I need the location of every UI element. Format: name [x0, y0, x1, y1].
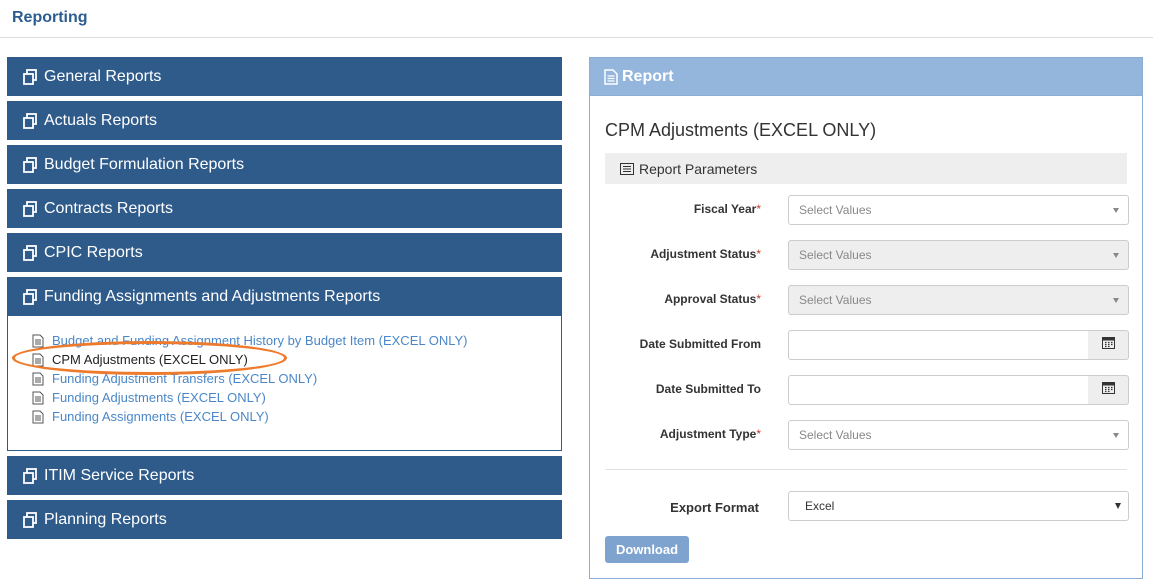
export-format-select[interactable]: Excel [788, 491, 1129, 521]
page-header: Reporting [0, 0, 1153, 38]
accordion-general-reports[interactable]: General Reports [7, 57, 562, 96]
caret-down-icon [1113, 253, 1119, 258]
accordion-planning-reports[interactable]: Planning Reports [7, 500, 562, 539]
approval-status-placeholder: Select Values [799, 293, 872, 307]
calendar-icon [1101, 336, 1115, 354]
date-submitted-to-label: Date Submitted To [655, 382, 761, 396]
report-link-cpm-adjustments[interactable]: CPM Adjustments (EXCEL ONLY) [52, 352, 248, 367]
date-submitted-to-input[interactable] [788, 375, 1089, 405]
file-icon [604, 68, 618, 85]
report-parameters-label: Report Parameters [639, 160, 758, 177]
approval-status-select[interactable]: Select Values [788, 285, 1129, 315]
date-submitted-from-row: Date Submitted From [590, 330, 1144, 360]
accordion-itim-service-reports[interactable]: ITIM Service Reports [7, 456, 562, 495]
copy-icon [22, 288, 40, 306]
document-icon [32, 372, 44, 386]
copy-icon [22, 511, 40, 529]
date-to-calendar-button[interactable] [1088, 375, 1129, 405]
report-panel: Report CPM Adjustments (EXCEL ONLY) Repo… [589, 57, 1143, 579]
copy-icon [22, 200, 40, 218]
adjustment-status-row: Adjustment Status* Select Values [590, 240, 1144, 270]
document-icon [32, 410, 44, 424]
report-link-budget-funding-history[interactable]: Budget and Funding Assignment History by… [52, 333, 468, 348]
fiscal-year-select[interactable]: Select Values [788, 195, 1129, 225]
caret-down-icon [1115, 503, 1121, 509]
adjustment-type-row: Adjustment Type* Select Values [590, 420, 1144, 450]
accordion-label: Budget Formulation Reports [44, 155, 245, 173]
report-link-funding-assignments[interactable]: Funding Assignments (EXCEL ONLY) [52, 409, 269, 424]
copy-icon [22, 156, 40, 174]
adjustment-type-placeholder: Select Values [799, 428, 872, 442]
adjustment-type-label: Adjustment Type* [659, 427, 761, 441]
approval-status-label: Approval Status* [664, 292, 761, 306]
copy-icon [22, 68, 40, 86]
copy-icon [22, 112, 40, 130]
approval-status-row: Approval Status* Select Values [590, 285, 1144, 315]
accordion-label: Planning Reports [44, 510, 167, 528]
accordion-body-funding-assignments: Budget and Funding Assignment History by… [7, 316, 562, 451]
report-parameters-header: Report Parameters [605, 153, 1127, 184]
adjustment-status-label: Adjustment Status* [650, 247, 761, 261]
caret-down-icon [1113, 208, 1119, 213]
accordion-label: Funding Assignments and Adjustments Repo… [44, 287, 381, 305]
accordion-contracts-reports[interactable]: Contracts Reports [7, 189, 562, 228]
caret-down-icon [1113, 433, 1119, 438]
accordion-label: ITIM Service Reports [44, 466, 195, 484]
calendar-icon [1101, 381, 1115, 399]
accordion-cpic-reports[interactable]: CPIC Reports [7, 233, 562, 272]
accordion-label: CPIC Reports [44, 243, 143, 261]
document-icon [32, 353, 44, 367]
fiscal-year-label: Fiscal Year* [693, 202, 761, 216]
adjustment-type-select[interactable]: Select Values [788, 420, 1129, 450]
report-link-funding-adjustments[interactable]: Funding Adjustments (EXCEL ONLY) [52, 390, 266, 405]
export-format-value: Excel [805, 499, 835, 513]
report-link-funding-adjustment-transfers[interactable]: Funding Adjustment Transfers (EXCEL ONLY… [52, 371, 317, 386]
report-list-item: Funding Adjustment Transfers (EXCEL ONLY… [32, 369, 561, 388]
date-from-calendar-button[interactable] [1088, 330, 1129, 360]
report-list-item: Funding Assignments (EXCEL ONLY) [32, 407, 561, 426]
page-title: Reporting [12, 9, 88, 26]
divider [605, 469, 1127, 470]
fiscal-year-row: Fiscal Year* Select Values [590, 195, 1144, 225]
report-list-item: Budget and Funding Assignment History by… [32, 331, 561, 350]
accordion-funding-assignments-reports[interactable]: Funding Assignments and Adjustments Repo… [7, 277, 562, 316]
accordion-actuals-reports[interactable]: Actuals Reports [7, 101, 562, 140]
date-submitted-from-label: Date Submitted From [639, 337, 761, 351]
report-list-item: CPM Adjustments (EXCEL ONLY) [32, 350, 561, 369]
accordion-budget-formulation-reports[interactable]: Budget Formulation Reports [7, 145, 562, 184]
list-icon [620, 162, 634, 175]
report-panel-header-label: Report [622, 67, 674, 85]
copy-icon [22, 244, 40, 262]
adjustment-status-placeholder: Select Values [799, 248, 872, 262]
date-submitted-to-row: Date Submitted To [590, 375, 1144, 405]
report-category-accordion: General Reports Actuals Reports Budget F… [7, 57, 562, 544]
report-title: CPM Adjustments (EXCEL ONLY) [605, 120, 877, 140]
caret-down-icon [1113, 298, 1119, 303]
accordion-label: Contracts Reports [44, 199, 173, 217]
report-panel-header: Report [590, 58, 1142, 96]
document-icon [32, 391, 44, 405]
fiscal-year-placeholder: Select Values [799, 203, 872, 217]
adjustment-status-select[interactable]: Select Values [788, 240, 1129, 270]
document-icon [32, 334, 44, 348]
download-button[interactable]: Download [605, 536, 689, 563]
report-list-item: Funding Adjustments (EXCEL ONLY) [32, 388, 561, 407]
accordion-label: General Reports [44, 67, 162, 85]
export-format-label: Export Format [670, 500, 759, 515]
date-submitted-from-input[interactable] [788, 330, 1089, 360]
copy-icon [22, 467, 40, 485]
accordion-label: Actuals Reports [44, 111, 157, 129]
